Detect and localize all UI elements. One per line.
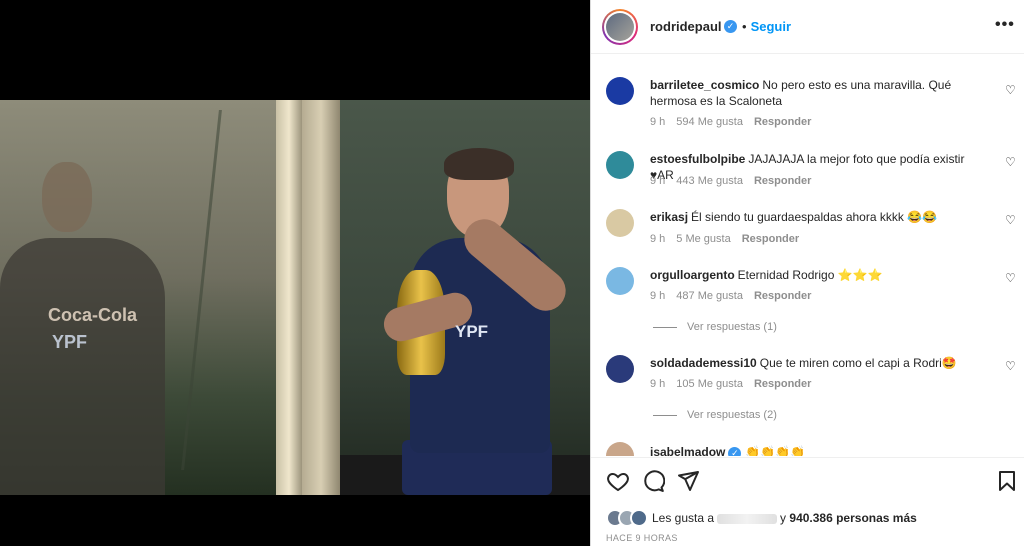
post-actions-bar: Les gusta a y 940.386 personas más HACE 9… <box>591 457 1024 546</box>
likes-text: Les gusta a y 940.386 personas más <box>652 511 917 525</box>
comment-time: 9 h <box>650 116 666 128</box>
likes-connector: y <box>780 511 787 525</box>
comment-text: soldadademessi10 Que te miren como el cap… <box>650 355 990 371</box>
comment-likes[interactable]: 443 Me gusta <box>676 175 743 187</box>
comment-username[interactable]: estoesfulbolpibe <box>650 152 745 166</box>
comment-username[interactable]: orgulloargento <box>650 268 735 282</box>
photo-reflection-sponsor: Coca-Cola <box>48 305 138 325</box>
liker-avatars <box>606 509 650 527</box>
author-username[interactable]: rodridepaul <box>650 19 722 34</box>
comment-username[interactable]: isabelmadow <box>650 445 725 456</box>
comment-like-heart-icon[interactable]: ♡ <box>1005 83 1016 97</box>
post-photo-pane: Coca-Cola YPF YPF <box>0 0 590 546</box>
comment-avatar[interactable] <box>606 77 634 105</box>
comment-text: isabelmadow ✓ 👏👏👏👏 <box>650 444 990 456</box>
view-replies-button[interactable]: Ver respuestas (2) <box>653 409 777 421</box>
comment-likes[interactable]: 487 Me gusta <box>676 290 743 302</box>
comment-icon[interactable] <box>641 469 665 493</box>
heart-icon[interactable] <box>606 469 630 493</box>
comments-list[interactable]: barriletee_cosmico No pero esto es una ma… <box>591 55 1024 456</box>
reply-button[interactable]: Responder <box>754 116 811 128</box>
comment-text: erikasj Él siendo tu guardaespaldas ahora… <box>650 209 990 225</box>
photo-door-frame-2 <box>302 100 340 495</box>
comment-time: 9 h <box>650 290 666 302</box>
comment-body: 👏👏👏👏 <box>745 445 806 456</box>
reply-button[interactable]: Responder <box>754 175 811 187</box>
separator-dot: • <box>742 19 747 34</box>
instagram-post-view: Coca-Cola YPF YPF rodridepaul ✓ • Seguir … <box>0 0 1024 546</box>
comment-like-heart-icon[interactable]: ♡ <box>1005 271 1016 285</box>
likes-prefix: Les gusta a <box>652 511 715 525</box>
redacted-username <box>717 513 778 524</box>
author-avatar[interactable] <box>602 9 638 45</box>
photo-door-frame <box>276 100 302 495</box>
photo-player-brand: YPF <box>455 322 489 341</box>
post-time-ago: HACE 9 HORAS <box>606 533 678 543</box>
reply-button[interactable]: Responder <box>742 233 799 245</box>
view-replies-button[interactable]: Ver respuestas (1) <box>653 321 777 333</box>
comment-username[interactable]: soldadademessi10 <box>650 356 757 370</box>
photo-reflection-head <box>42 162 92 232</box>
post-header: rodridepaul ✓ • Seguir ••• <box>591 0 1024 54</box>
comment-time: 9 h <box>650 378 666 390</box>
comment-avatar[interactable] <box>606 209 634 237</box>
share-icon[interactable] <box>676 469 700 493</box>
comment-like-heart-icon[interactable]: ♡ <box>1005 359 1016 373</box>
view-replies-label: Ver respuestas (2) <box>687 409 777 421</box>
comment-like-heart-icon[interactable]: ♡ <box>1005 213 1016 227</box>
follow-label: Seguir <box>750 19 792 34</box>
more-options-icon[interactable]: ••• <box>995 16 1015 34</box>
comment-text: barriletee_cosmico No pero esto es una ma… <box>650 77 990 109</box>
photo-reflection-figure <box>0 238 165 495</box>
comment-time: 9 h <box>650 175 666 187</box>
comment-body: Eternidad Rodrigo ⭐⭐⭐ <box>737 268 883 282</box>
verified-icon: ✓ <box>728 447 742 456</box>
comment-text: orgulloargento Eternidad Rodrigo ⭐⭐⭐ <box>650 267 990 283</box>
comment-meta: 9 h 487 Me gusta Responder <box>650 290 822 302</box>
comment-meta: 9 h 443 Me gusta Responder <box>650 175 822 187</box>
liker-avatar <box>630 509 648 527</box>
post-photo[interactable]: Coca-Cola YPF YPF <box>0 100 590 495</box>
comment-like-heart-icon[interactable]: ♡ <box>1005 155 1016 169</box>
comment-avatar[interactable] <box>606 267 634 295</box>
photo-reflection-brand: YPF <box>52 332 88 352</box>
view-replies-label: Ver respuestas (1) <box>687 321 777 333</box>
comment-avatar[interactable] <box>606 355 634 383</box>
comment-avatar[interactable] <box>606 442 634 456</box>
comment-body: Que te miren como el capi a Rodri🤩 <box>759 356 957 370</box>
reply-button[interactable]: Responder <box>754 378 811 390</box>
comment-username[interactable]: erikasj <box>650 210 688 224</box>
comment-likes[interactable]: 105 Me gusta <box>676 378 743 390</box>
comment-likes[interactable]: 594 Me gusta <box>676 116 743 128</box>
comment-meta: 9 h 594 Me gusta Responder <box>650 116 822 128</box>
photo-player-hair <box>444 148 514 180</box>
comment-meta: 9 h 5 Me gusta Responder <box>650 233 810 245</box>
follow-button[interactable]: • Seguir <box>742 19 791 34</box>
reply-button[interactable]: Responder <box>754 290 811 302</box>
comment-time: 9 h <box>650 233 666 245</box>
comment-meta: 9 h 105 Me gusta Responder <box>650 378 822 390</box>
comment-body: Él siendo tu guardaespaldas ahora kkkk 😂… <box>691 210 938 224</box>
comment-username[interactable]: barriletee_cosmico <box>650 78 759 92</box>
comment-avatar[interactable] <box>606 151 634 179</box>
likes-count[interactable]: 940.386 personas más <box>789 511 916 525</box>
bookmark-icon[interactable] <box>995 469 1019 493</box>
comment-likes[interactable]: 5 Me gusta <box>676 233 730 245</box>
post-side-panel: rodridepaul ✓ • Seguir ••• barriletee_cos… <box>590 0 1024 546</box>
verified-icon: ✓ <box>724 20 737 33</box>
